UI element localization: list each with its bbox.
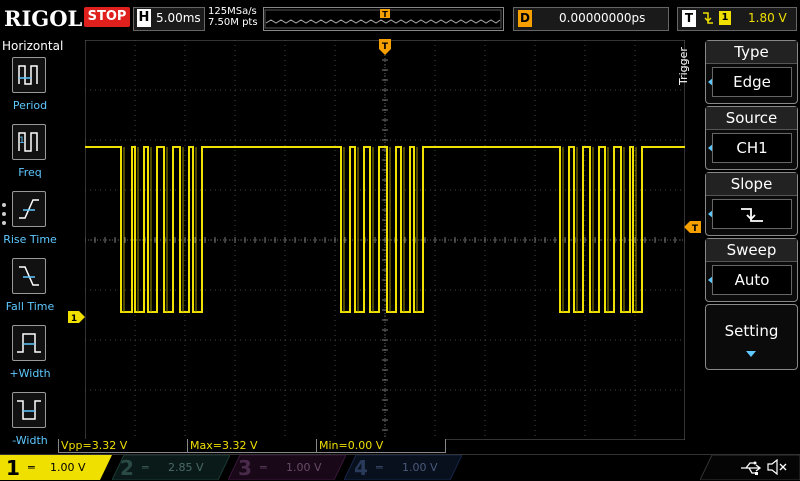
usb-icon <box>740 460 762 479</box>
brand-logo: RIGOL <box>4 6 83 31</box>
memory-depth: 7.50M pts <box>208 17 258 28</box>
memory-timeline[interactable]: T <box>263 7 504 31</box>
rise-time-label: Rise Time <box>3 233 57 246</box>
fall-time-label: Fall Time <box>5 300 55 313</box>
trigger-type-menu[interactable]: Type Edge <box>705 40 798 104</box>
horizontal-title: Horizontal <box>2 39 64 53</box>
speaker-muted-icon[interactable] <box>766 458 788 479</box>
dc-coupling-icon: ═ <box>260 461 267 474</box>
channel-1-number: 1 <box>6 456 20 480</box>
trigger-source-menu[interactable]: Source CH1 <box>705 106 798 170</box>
timebase-value: 5.00ms <box>156 11 201 25</box>
chevron-down-icon <box>746 351 756 357</box>
waveform-grid <box>84 39 686 441</box>
channel-3-scale: 1.00 V <box>286 461 322 474</box>
trigger-position-letter: T <box>382 42 389 52</box>
channel-3-tab[interactable]: 3 ═ 1.00 V <box>228 455 346 480</box>
trigger-level-letter: T <box>692 224 699 233</box>
trigger-sweep-menu[interactable]: Sweep Auto <box>705 238 798 302</box>
horizontal-measure-panel: Horizontal Period 1 Freq Rise Time Fall … <box>0 37 64 453</box>
timebase-letter: H <box>137 9 151 27</box>
trigger-type-value: Edge <box>712 67 792 97</box>
measurement-min[interactable]: Min=0.00 V <box>316 439 446 453</box>
positive-width-label: +Width <box>9 367 51 380</box>
trigger-sweep-header: Sweep <box>706 239 797 262</box>
page-dots <box>2 203 8 230</box>
trigger-type-header: Type <box>706 41 797 64</box>
channel-4-scale: 1.00 V <box>402 461 438 474</box>
trigger-status-box[interactable]: T 1 1.80 V <box>677 7 797 31</box>
trigger-position-marker[interactable]: T <box>378 38 392 62</box>
trigger-channel-badge: 1 <box>719 11 731 25</box>
frequency-label: Freq <box>18 166 42 179</box>
ch1-ground-marker[interactable]: 1 <box>68 308 86 327</box>
timeline-trigger-letter: T <box>382 10 388 19</box>
measurement-max[interactable]: Max=3.32 V <box>187 439 317 453</box>
trigger-setting-menu[interactable]: Setting <box>705 304 798 370</box>
delay-value: 0.00000000ps <box>559 11 646 25</box>
dc-coupling-icon: ═ <box>376 461 383 474</box>
trigger-source-value: CH1 <box>712 133 792 163</box>
run-stop-indicator[interactable]: STOP <box>84 7 130 27</box>
period-label: Period <box>12 99 48 112</box>
channel-4-number: 4 <box>354 456 368 480</box>
trigger-slope-header: Slope <box>706 173 797 196</box>
dc-coupling-icon: ═ <box>28 461 35 474</box>
trigger-source-header: Source <box>706 107 797 130</box>
dc-coupling-icon: ═ <box>142 461 149 474</box>
waveform-display[interactable] <box>84 39 686 441</box>
delay-letter: D <box>518 10 532 27</box>
trigger-letter: T <box>682 10 696 27</box>
negative-width-icon <box>12 392 46 428</box>
frequency-icon: 1 <box>12 124 46 160</box>
channel-1-tab[interactable]: 1 ═ 1.00 V <box>0 455 112 480</box>
trigger-level-marker[interactable]: T <box>684 218 702 237</box>
trigger-sweep-value: Auto <box>712 265 792 295</box>
acquisition-info: 125MSa/s 7.50M pts <box>208 6 258 28</box>
channel-4-tab[interactable]: 4 ═ 1.00 V <box>344 455 462 480</box>
ch1-ground-letter: 1 <box>71 314 77 323</box>
setting-label: Setting <box>724 322 779 340</box>
timebase-box[interactable]: H 5.00ms <box>133 7 205 31</box>
channel-3-number: 3 <box>238 456 252 480</box>
sample-rate: 125MSa/s <box>208 6 257 17</box>
memory-overview-waveform: T <box>264 9 502 29</box>
measurement-vpp[interactable]: Vpp=3.32 V <box>58 439 188 453</box>
system-status-tab <box>700 455 800 480</box>
svg-text:1: 1 <box>19 136 25 146</box>
channel-2-scale: 2.85 V <box>168 461 204 474</box>
falling-edge-icon <box>701 9 715 31</box>
channel-2-number: 2 <box>120 456 134 480</box>
rise-time-icon <box>12 191 46 227</box>
channel-2-tab[interactable]: 2 ═ 2.85 V <box>112 455 230 480</box>
positive-width-icon <box>12 325 46 361</box>
period-icon <box>12 57 46 93</box>
falling-edge-icon <box>712 199 792 229</box>
delay-box[interactable]: D 0.00000000ps <box>513 7 669 31</box>
trigger-level: 1.80 V <box>748 11 787 25</box>
fall-time-icon <box>12 258 46 294</box>
trigger-slope-menu[interactable]: Slope <box>705 172 798 236</box>
negative-width-label: -Width <box>12 434 48 447</box>
channel-1-scale: 1.00 V <box>50 461 86 474</box>
